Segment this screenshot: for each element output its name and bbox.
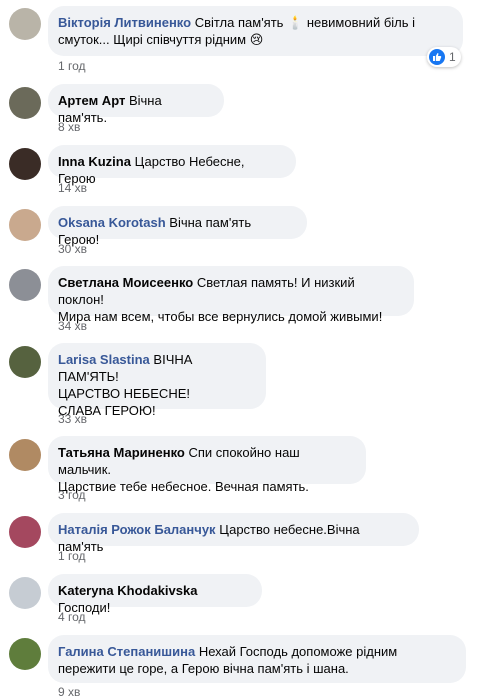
author-name[interactable]: Larisa Slastina <box>58 352 150 367</box>
author-name[interactable]: Oksana Korotash <box>58 215 166 230</box>
comment-timestamp[interactable]: 4 год <box>58 610 86 624</box>
author-name[interactable]: Kateryna Khodakivska <box>58 583 197 598</box>
avatar[interactable] <box>9 577 41 609</box>
author-name[interactable]: Светлана Моисеенко <box>58 275 193 290</box>
comment-timestamp[interactable]: 8 хв <box>58 120 80 134</box>
comment-bubble: Oksana Korotash Вічна пам'ять Герою! <box>48 206 307 247</box>
comment-bubble: Larisa Slastina ВІЧНА ПАМ'ЯТЬ! ЦАРСТВО Н… <box>48 343 266 418</box>
author-name[interactable]: Галина Степанишина <box>58 644 195 659</box>
reaction-count: 1 <box>449 50 456 64</box>
comment-timestamp[interactable]: 33 хв <box>58 412 87 426</box>
avatar[interactable] <box>9 346 41 378</box>
author-name[interactable]: Наталія Рожок Баланчук <box>58 522 216 537</box>
author-name[interactable]: Татьяна Мариненко <box>58 445 185 460</box>
comment-timestamp[interactable]: 30 хв <box>58 242 87 256</box>
avatar[interactable] <box>9 516 41 548</box>
comment-bubble: Kateryna Khodakivska Господи! <box>48 574 262 615</box>
like-icon <box>429 49 445 65</box>
avatar[interactable] <box>9 638 41 670</box>
comment-bubble: Inna Kuzina Царство Небесне, Герою <box>48 145 296 186</box>
comment-bubble: Вікторія Литвиненко Світла пам'ять 🕯️ не… <box>48 6 463 56</box>
avatar[interactable] <box>9 269 41 301</box>
comment-timestamp[interactable]: 14 хв <box>58 181 87 195</box>
author-name[interactable]: Артем Арт <box>58 93 125 108</box>
avatar[interactable] <box>9 87 41 119</box>
comment-timestamp[interactable]: 3 год <box>58 488 86 502</box>
comment-timestamp[interactable]: 1 год <box>58 549 86 563</box>
avatar[interactable] <box>9 209 41 241</box>
comment-bubble: Артем Арт Вічна пам'ять. <box>48 84 224 125</box>
comment-timestamp[interactable]: 1 год <box>58 59 86 73</box>
comment-bubble: Галина Степанишина Нехай Господь допомож… <box>48 635 466 683</box>
comment-bubble: Наталія Рожок Баланчук Царство небесне.В… <box>48 513 419 554</box>
comment-timestamp[interactable]: 34 хв <box>58 319 87 333</box>
reactions-badge[interactable]: 1 <box>427 47 461 67</box>
avatar[interactable] <box>9 439 41 471</box>
author-name[interactable]: Inna Kuzina <box>58 154 131 169</box>
avatar[interactable] <box>9 148 41 180</box>
comment-bubble: Светлана Моисеенко Светлая память! И низ… <box>48 266 414 324</box>
comment-bubble: Татьяна Мариненко Спи спокойно наш мальч… <box>48 436 366 494</box>
comment-timestamp[interactable]: 9 хв <box>58 685 80 699</box>
avatar[interactable] <box>9 8 41 40</box>
author-name[interactable]: Вікторія Литвиненко <box>58 15 191 30</box>
